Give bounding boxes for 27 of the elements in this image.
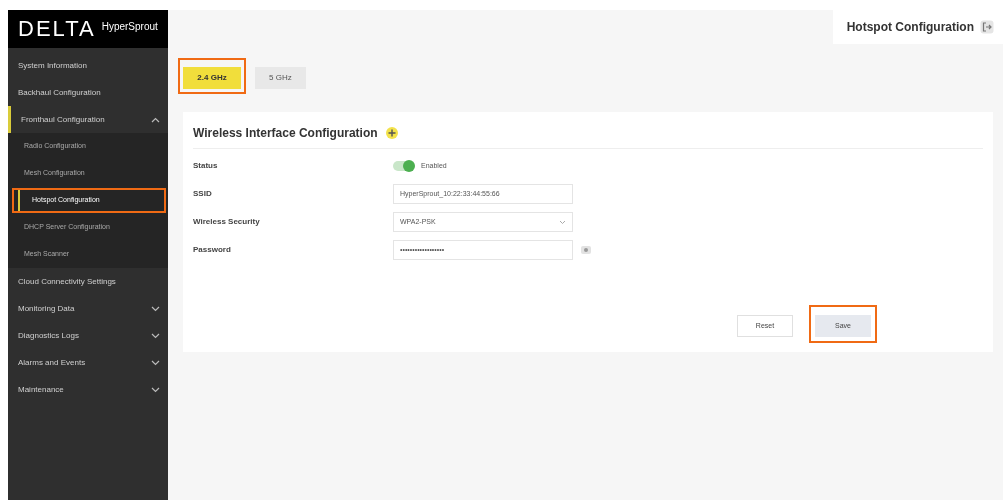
sidebar-item[interactable]: System Information [8, 52, 168, 79]
eye-icon[interactable] [581, 246, 591, 254]
chevron-icon [151, 116, 160, 123]
field-label: SSID [193, 188, 213, 200]
add-icon[interactable] [385, 127, 398, 139]
sidebar-item[interactable]: Maintenance [8, 376, 168, 403]
brand-logo: DELTA [18, 18, 96, 40]
chevron-icon [559, 219, 566, 225]
sidebar-item[interactable]: Backhaul Configuration [8, 79, 168, 106]
product-name: HyperSprout [101, 19, 158, 34]
field-label: Status [193, 160, 219, 172]
sidebar-item[interactable]: Diagnostics Logs [8, 322, 168, 349]
field-label: Password [193, 244, 232, 256]
chevron-icon [151, 332, 160, 339]
tab[interactable]: 2.4 GHz [183, 67, 241, 89]
field-label: Wireless Security [193, 216, 261, 228]
sidebar-item[interactable]: Alarms and Events [8, 349, 168, 376]
section-title: Wireless Interface Configuration [193, 125, 378, 142]
tab[interactable]: 5 GHz [255, 67, 306, 89]
sidebar-item[interactable]: Cloud Connectivity Settings [8, 268, 168, 295]
page-title: Hotspot Configuration [846, 19, 974, 36]
sidebar-item[interactable]: Monitoring Data [8, 295, 168, 322]
chevron-icon [151, 305, 160, 312]
chevron-icon [151, 386, 160, 393]
toggle-switch[interactable] [393, 161, 413, 171]
chevron-icon [151, 359, 160, 366]
logout-icon[interactable] [980, 20, 994, 34]
